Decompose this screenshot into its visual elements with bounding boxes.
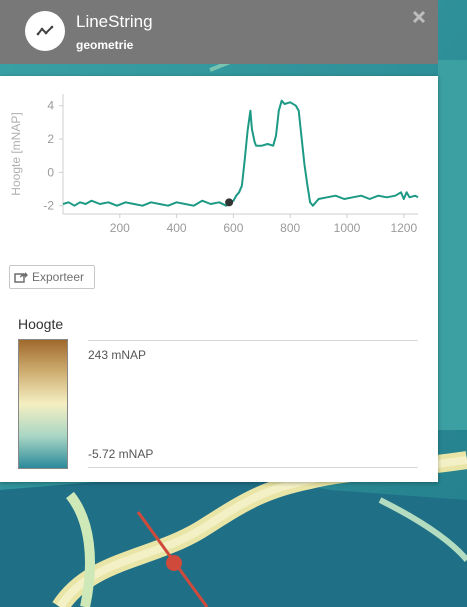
elevation-profile-chart[interactable]: 200 400 600 800 1000 1200 -2 0 2 4 Hoogte [mNAP] <box>0 76 438 246</box>
share-icon <box>14 272 28 283</box>
export-button[interactable]: Exporteer <box>9 265 95 289</box>
x-tick-label: 1000 <box>334 221 361 235</box>
elevation-line <box>62 99 419 207</box>
line-chart-icon <box>25 11 65 51</box>
close-button[interactable] <box>409 7 429 27</box>
legend-color-ramp <box>18 339 68 469</box>
y-tick-label: 4 <box>47 99 54 113</box>
map-land <box>438 60 467 430</box>
legend-title: Hoogte <box>18 316 64 332</box>
x-tick-label: 800 <box>280 221 300 235</box>
y-axis-label: Hoogte [mNAP] <box>9 112 23 195</box>
position-marker <box>225 198 234 207</box>
popup-body: 200 400 600 800 1000 1200 -2 0 2 4 Hoogte [mNAP] E… <box>0 76 438 482</box>
x-tick-label: 200 <box>110 221 130 235</box>
popup-subtitle: geometrie <box>76 38 134 52</box>
legend-max-label: 243 mNAP <box>88 348 147 362</box>
y-tick-label: 2 <box>47 132 54 146</box>
close-icon <box>412 10 426 24</box>
export-label: Exporteer <box>32 270 85 284</box>
popup-header: LineString geometrie <box>0 0 438 64</box>
y-tick-label: -2 <box>43 199 54 213</box>
x-tick-label: 600 <box>223 221 243 235</box>
legend-divider <box>88 340 418 341</box>
route-marker <box>166 555 182 571</box>
legend-divider <box>88 467 418 468</box>
y-tick-label: 0 <box>47 165 54 179</box>
popup-title: LineString <box>76 12 153 31</box>
x-tick-label: 1200 <box>390 221 417 235</box>
legend-min-label: -5.72 mNAP <box>88 447 154 461</box>
x-tick-label: 400 <box>167 221 187 235</box>
